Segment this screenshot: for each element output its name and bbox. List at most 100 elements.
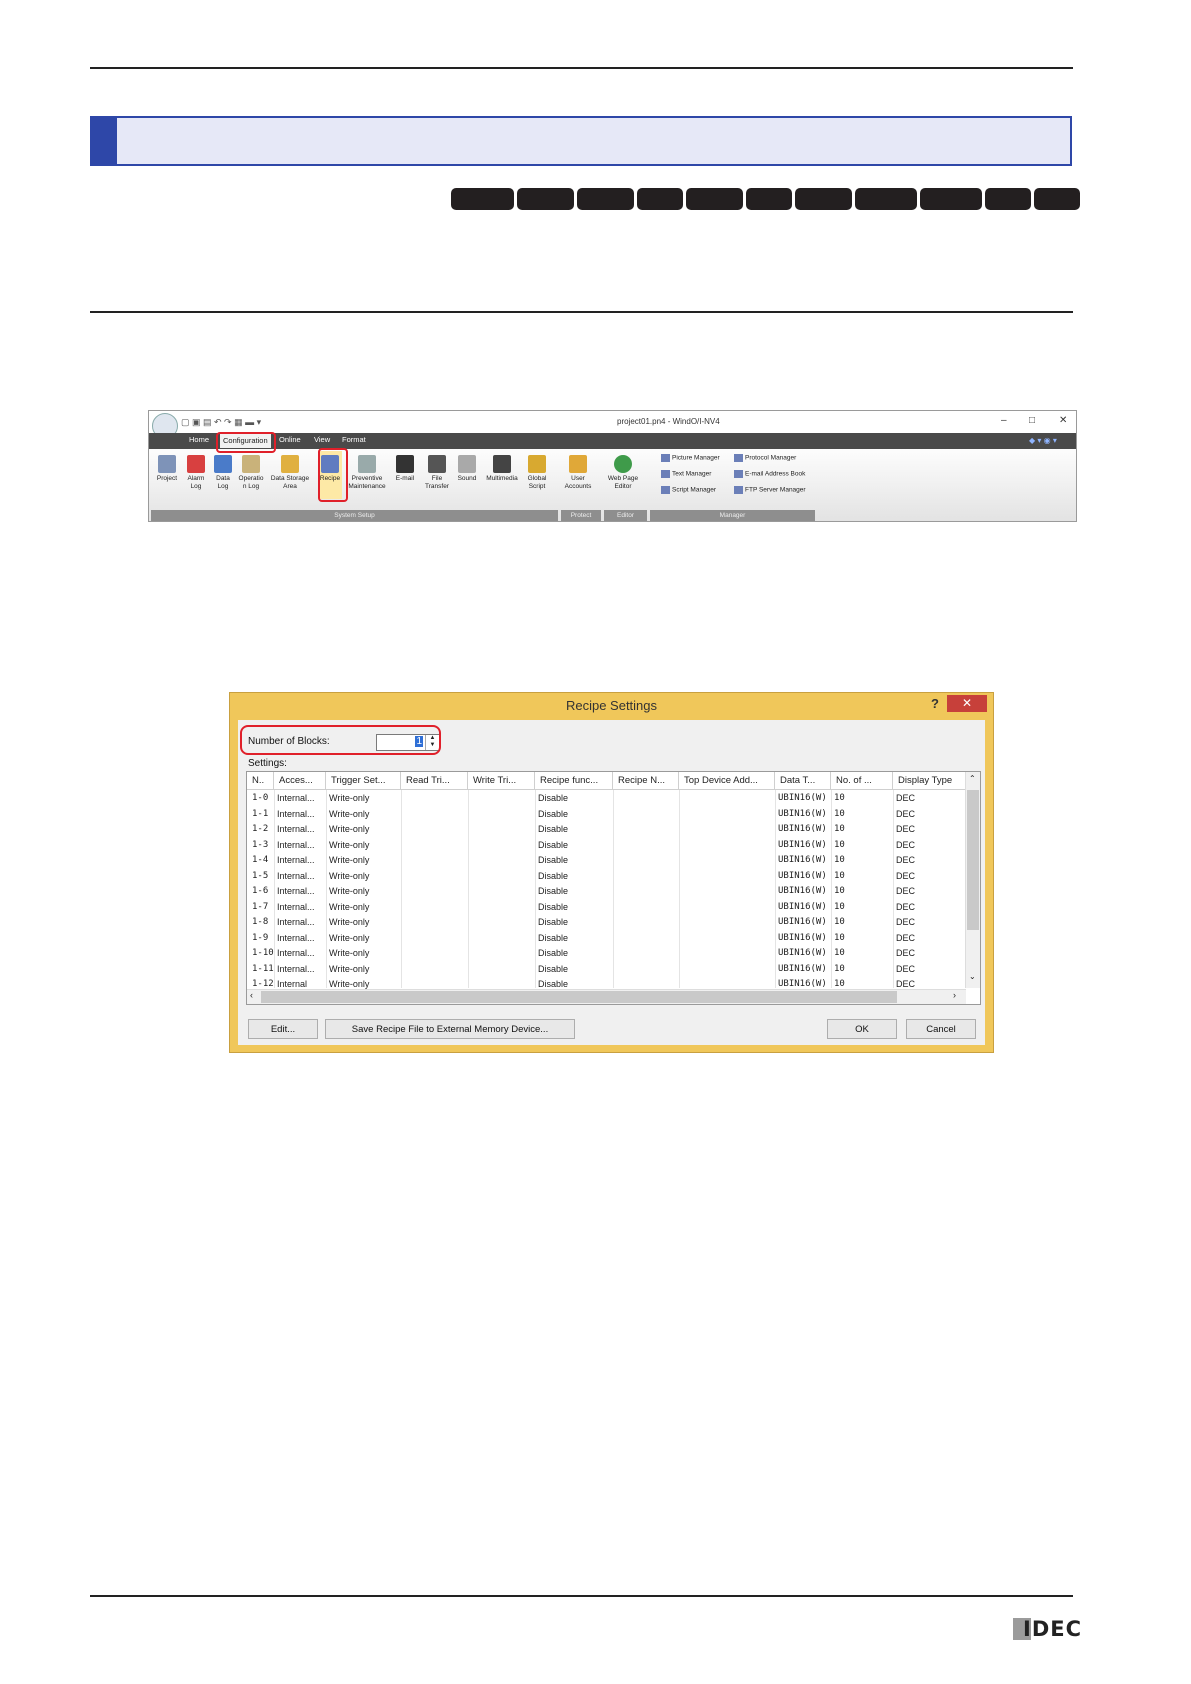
table-cell[interactable]: Disable: [538, 853, 612, 868]
table-cell[interactable]: Write-only: [329, 869, 400, 884]
column-header[interactable]: Write Tri...: [468, 772, 535, 790]
table-cell[interactable]: UBIN16(W): [778, 838, 830, 853]
table-cell[interactable]: UBIN16(W): [778, 931, 830, 946]
table-cell[interactable]: 10: [834, 915, 892, 930]
table-cell[interactable]: [404, 900, 467, 915]
table-cell[interactable]: 10: [834, 807, 892, 822]
close-window-button[interactable]: ✕: [1059, 415, 1067, 426]
operation-log-button[interactable]: Operatio n Log: [236, 455, 266, 491]
table-cell[interactable]: Internal...: [277, 807, 325, 822]
table-cell[interactable]: Internal...: [277, 962, 325, 977]
script-manager-item[interactable]: Script Manager: [661, 486, 716, 494]
table-cell[interactable]: 1-3: [252, 838, 275, 853]
table-cell[interactable]: [404, 962, 467, 977]
table-cell[interactable]: 1-6: [252, 884, 275, 899]
table-cell[interactable]: [404, 946, 467, 961]
text-manager-item[interactable]: Text Manager: [661, 470, 711, 478]
table-cell[interactable]: Disable: [538, 946, 612, 961]
table-cell[interactable]: DEC: [896, 807, 968, 822]
email-button[interactable]: E-mail: [393, 455, 417, 483]
table-cell[interactable]: UBIN16(W): [778, 791, 830, 806]
table-cell[interactable]: Disable: [538, 869, 612, 884]
table-cell[interactable]: Write-only: [329, 853, 400, 868]
table-cell[interactable]: Internal...: [277, 915, 325, 930]
protocol-manager-item[interactable]: Protocol Manager: [734, 454, 796, 462]
tab-online[interactable]: Online: [279, 435, 301, 444]
table-cell[interactable]: [682, 791, 774, 806]
table-cell[interactable]: Write-only: [329, 822, 400, 837]
table-cell[interactable]: [616, 869, 678, 884]
table-cell[interactable]: [404, 838, 467, 853]
column-header[interactable]: Recipe N...: [613, 772, 679, 790]
vertical-scrollbar[interactable]: ⌃ ⌄: [965, 772, 980, 988]
column-header[interactable]: Data T...: [775, 772, 831, 790]
table-cell[interactable]: [471, 900, 534, 915]
table-cell[interactable]: [616, 838, 678, 853]
ftp-server-manager-item[interactable]: FTP Server Manager: [734, 486, 806, 494]
tab-view[interactable]: View: [314, 435, 330, 444]
table-cell[interactable]: UBIN16(W): [778, 869, 830, 884]
table-cell[interactable]: Write-only: [329, 931, 400, 946]
table-cell[interactable]: Write-only: [329, 791, 400, 806]
table-cell[interactable]: 10: [834, 822, 892, 837]
picture-manager-item[interactable]: Picture Manager: [661, 454, 720, 462]
table-cell[interactable]: DEC: [896, 869, 968, 884]
table-cell[interactable]: Disable: [538, 931, 612, 946]
table-cell[interactable]: [682, 946, 774, 961]
quick-access-toolbar[interactable]: ▢ ▣ ▤ ↶ ↷ ▦ ▬ ▾: [181, 417, 261, 428]
recipe-settings-grid[interactable]: N.. Acces... Trigger Set... Read Tri... Writ…: [246, 771, 981, 1005]
table-cell[interactable]: Disable: [538, 962, 612, 977]
table-cell[interactable]: 10: [834, 946, 892, 961]
column-header[interactable]: Display Type: [893, 772, 969, 790]
table-cell[interactable]: UBIN16(W): [778, 884, 830, 899]
table-cell[interactable]: [471, 853, 534, 868]
project-button[interactable]: Project: [152, 455, 182, 483]
column-header[interactable]: No. of ...: [831, 772, 893, 790]
table-cell[interactable]: Disable: [538, 822, 612, 837]
table-cell[interactable]: Write-only: [329, 884, 400, 899]
table-cell[interactable]: [682, 931, 774, 946]
table-cell[interactable]: [471, 822, 534, 837]
multimedia-button[interactable]: Multimedia: [482, 455, 522, 483]
table-cell[interactable]: [682, 853, 774, 868]
table-cell[interactable]: [682, 869, 774, 884]
save-recipe-file-button[interactable]: Save Recipe File to External Memory Devi…: [325, 1019, 575, 1039]
table-cell[interactable]: 10: [834, 962, 892, 977]
table-cell[interactable]: [471, 791, 534, 806]
column-header[interactable]: Acces...: [274, 772, 326, 790]
column-header[interactable]: Recipe func...: [535, 772, 613, 790]
table-cell[interactable]: [616, 853, 678, 868]
minimize-button[interactable]: –: [1001, 415, 1007, 426]
table-cell[interactable]: 10: [834, 884, 892, 899]
table-cell[interactable]: [616, 931, 678, 946]
table-cell[interactable]: 10: [834, 838, 892, 853]
table-cell[interactable]: [471, 807, 534, 822]
global-script-button[interactable]: Global Script: [524, 455, 550, 491]
maximize-button[interactable]: □: [1029, 415, 1035, 426]
table-cell[interactable]: [682, 884, 774, 899]
scroll-up-icon[interactable]: ⌃: [969, 774, 976, 783]
table-cell[interactable]: [616, 791, 678, 806]
table-cell[interactable]: Internal...: [277, 791, 325, 806]
table-cell[interactable]: Disable: [538, 884, 612, 899]
vertical-scroll-thumb[interactable]: [967, 790, 979, 930]
table-cell[interactable]: 10: [834, 900, 892, 915]
table-cell[interactable]: 10: [834, 853, 892, 868]
table-cell[interactable]: Internal...: [277, 869, 325, 884]
table-cell[interactable]: Internal...: [277, 822, 325, 837]
table-cell[interactable]: 1-8: [252, 915, 275, 930]
table-cell[interactable]: DEC: [896, 884, 968, 899]
table-cell[interactable]: [471, 931, 534, 946]
table-cell[interactable]: DEC: [896, 900, 968, 915]
data-storage-area-button[interactable]: Data Storage Area: [267, 455, 313, 491]
table-cell[interactable]: DEC: [896, 931, 968, 946]
cancel-button[interactable]: Cancel: [906, 1019, 976, 1039]
table-cell[interactable]: 1-11: [252, 962, 275, 977]
table-cell[interactable]: [682, 900, 774, 915]
column-header[interactable]: Read Tri...: [401, 772, 468, 790]
table-cell[interactable]: Write-only: [329, 838, 400, 853]
table-cell[interactable]: 1-0: [252, 791, 275, 806]
table-cell[interactable]: DEC: [896, 838, 968, 853]
table-cell[interactable]: [404, 791, 467, 806]
table-cell[interactable]: UBIN16(W): [778, 822, 830, 837]
